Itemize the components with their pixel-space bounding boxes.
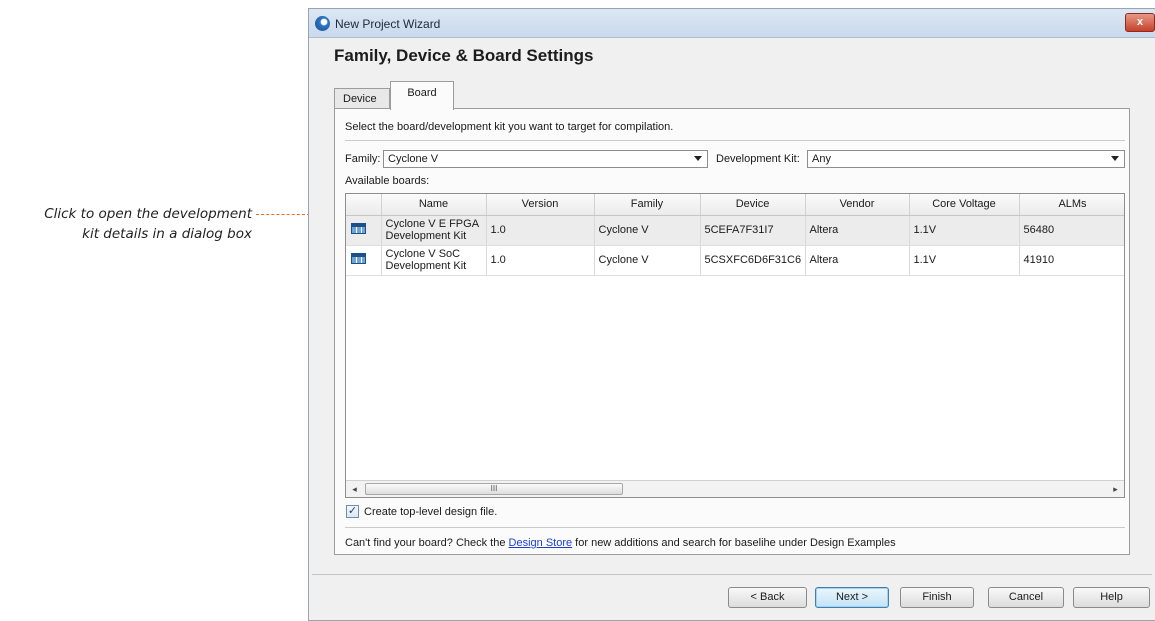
callout-annotation: Click to open the development kit detail… bbox=[0, 204, 252, 244]
board-tab-panel: Select the board/development kit you wan… bbox=[334, 108, 1130, 555]
table-header-row: Name Version Family Device Vendor Core V… bbox=[346, 194, 1124, 216]
title-bar: New Project Wizard x bbox=[309, 9, 1155, 38]
family-select-value: Cyclone V bbox=[388, 153, 439, 165]
table-row[interactable]: Cyclone V SoC Development Kit 1.0 Cyclon… bbox=[346, 245, 1124, 276]
scroll-left-arrow-icon[interactable]: ◂ bbox=[346, 481, 363, 497]
quartus-app-icon bbox=[315, 16, 330, 31]
family-select[interactable]: Cyclone V bbox=[383, 150, 708, 168]
column-header-device[interactable]: Device bbox=[700, 194, 806, 216]
column-header-name[interactable]: Name bbox=[381, 194, 487, 216]
finish-button[interactable]: Finish bbox=[900, 587, 974, 608]
scroll-right-arrow-icon[interactable]: ▸ bbox=[1107, 481, 1124, 497]
board-device-cell: 5CSXFC6D6F31C6 bbox=[700, 245, 806, 276]
new-project-wizard-window: New Project Wizard x Family, Device & Bo… bbox=[308, 8, 1155, 621]
family-label: Family: bbox=[345, 153, 381, 165]
boards-table: Name Version Family Device Vendor Core V… bbox=[345, 193, 1125, 498]
divider bbox=[345, 140, 1125, 141]
table-row[interactable]: Cyclone V E FPGA Development Kit 1.0 Cyc… bbox=[346, 215, 1124, 246]
board-details-cell[interactable] bbox=[346, 215, 382, 246]
hint-prefix: Can't find your board? Check the bbox=[345, 537, 509, 549]
window-title: New Project Wizard bbox=[335, 17, 441, 31]
board-name-line-1: Cyclone V SoC bbox=[385, 248, 461, 260]
divider bbox=[345, 527, 1125, 528]
next-button[interactable]: Next > bbox=[815, 587, 889, 608]
instruction-text: Select the board/development kit you wan… bbox=[345, 121, 674, 133]
column-header-version[interactable]: Version bbox=[486, 194, 595, 216]
callout-line-2: kit details in a dialog box bbox=[82, 226, 252, 242]
horizontal-scrollbar[interactable]: ◂ III ▸ bbox=[346, 480, 1124, 497]
callout-line-1: Click to open the development bbox=[44, 206, 252, 222]
column-header-core-voltage[interactable]: Core Voltage bbox=[909, 194, 1020, 216]
column-header-icon bbox=[346, 194, 382, 216]
dev-kit-select[interactable]: Any bbox=[807, 150, 1125, 168]
board-name-cell: Cyclone V E FPGA Development Kit bbox=[381, 215, 487, 246]
back-button[interactable]: < Back bbox=[728, 587, 807, 608]
dev-kit-select-value: Any bbox=[812, 153, 831, 165]
hint-suffix: for new additions and search for baselih… bbox=[572, 537, 896, 549]
chevron-down-icon bbox=[694, 156, 702, 161]
board-name-line-2: Development Kit bbox=[385, 230, 467, 242]
column-header-family[interactable]: Family bbox=[594, 194, 701, 216]
page-title: Family, Device & Board Settings bbox=[334, 46, 594, 65]
create-top-level-label: Create top-level design file. bbox=[364, 506, 498, 518]
board-version-cell: 1.0 bbox=[486, 215, 595, 246]
board-family-cell: Cyclone V bbox=[594, 215, 701, 246]
column-header-alms[interactable]: ALMs bbox=[1019, 194, 1124, 216]
column-header-vendor[interactable]: Vendor bbox=[805, 194, 910, 216]
close-button[interactable]: x bbox=[1125, 13, 1155, 32]
board-core-voltage-cell: 1.1V bbox=[909, 245, 1020, 276]
tab-board[interactable]: Board bbox=[390, 81, 454, 110]
board-vendor-cell: Altera bbox=[805, 215, 910, 246]
board-name-line-1: Cyclone V E FPGA bbox=[385, 218, 480, 230]
board-family-cell: Cyclone V bbox=[594, 245, 701, 276]
help-button[interactable]: Help bbox=[1073, 587, 1150, 608]
tab-device[interactable]: Device bbox=[334, 88, 390, 109]
button-bar-divider bbox=[312, 574, 1152, 575]
available-boards-label: Available boards: bbox=[345, 175, 430, 187]
design-store-hint: Can't find your board? Check the Design … bbox=[345, 537, 896, 549]
board-name-cell: Cyclone V SoC Development Kit bbox=[381, 245, 487, 276]
board-version-cell: 1.0 bbox=[486, 245, 595, 276]
board-device-cell: 5CEFA7F31I7 bbox=[700, 215, 806, 246]
board-details-cell[interactable] bbox=[346, 245, 382, 276]
cancel-button[interactable]: Cancel bbox=[988, 587, 1064, 608]
board-alms-cell: 41910 bbox=[1019, 245, 1124, 276]
dev-kit-label: Development Kit: bbox=[716, 153, 800, 165]
board-vendor-cell: Altera bbox=[805, 245, 910, 276]
board-details-icon[interactable] bbox=[351, 253, 366, 264]
design-store-link[interactable]: Design Store bbox=[509, 537, 573, 549]
board-details-icon[interactable] bbox=[351, 223, 366, 234]
board-name-line-2: Development Kit bbox=[385, 260, 467, 272]
board-alms-cell: 56480 bbox=[1019, 215, 1124, 246]
create-top-level-checkbox[interactable]: ✓ bbox=[346, 505, 359, 518]
chevron-down-icon bbox=[1111, 156, 1119, 161]
board-core-voltage-cell: 1.1V bbox=[909, 215, 1020, 246]
scrollbar-thumb[interactable]: III bbox=[365, 483, 623, 495]
